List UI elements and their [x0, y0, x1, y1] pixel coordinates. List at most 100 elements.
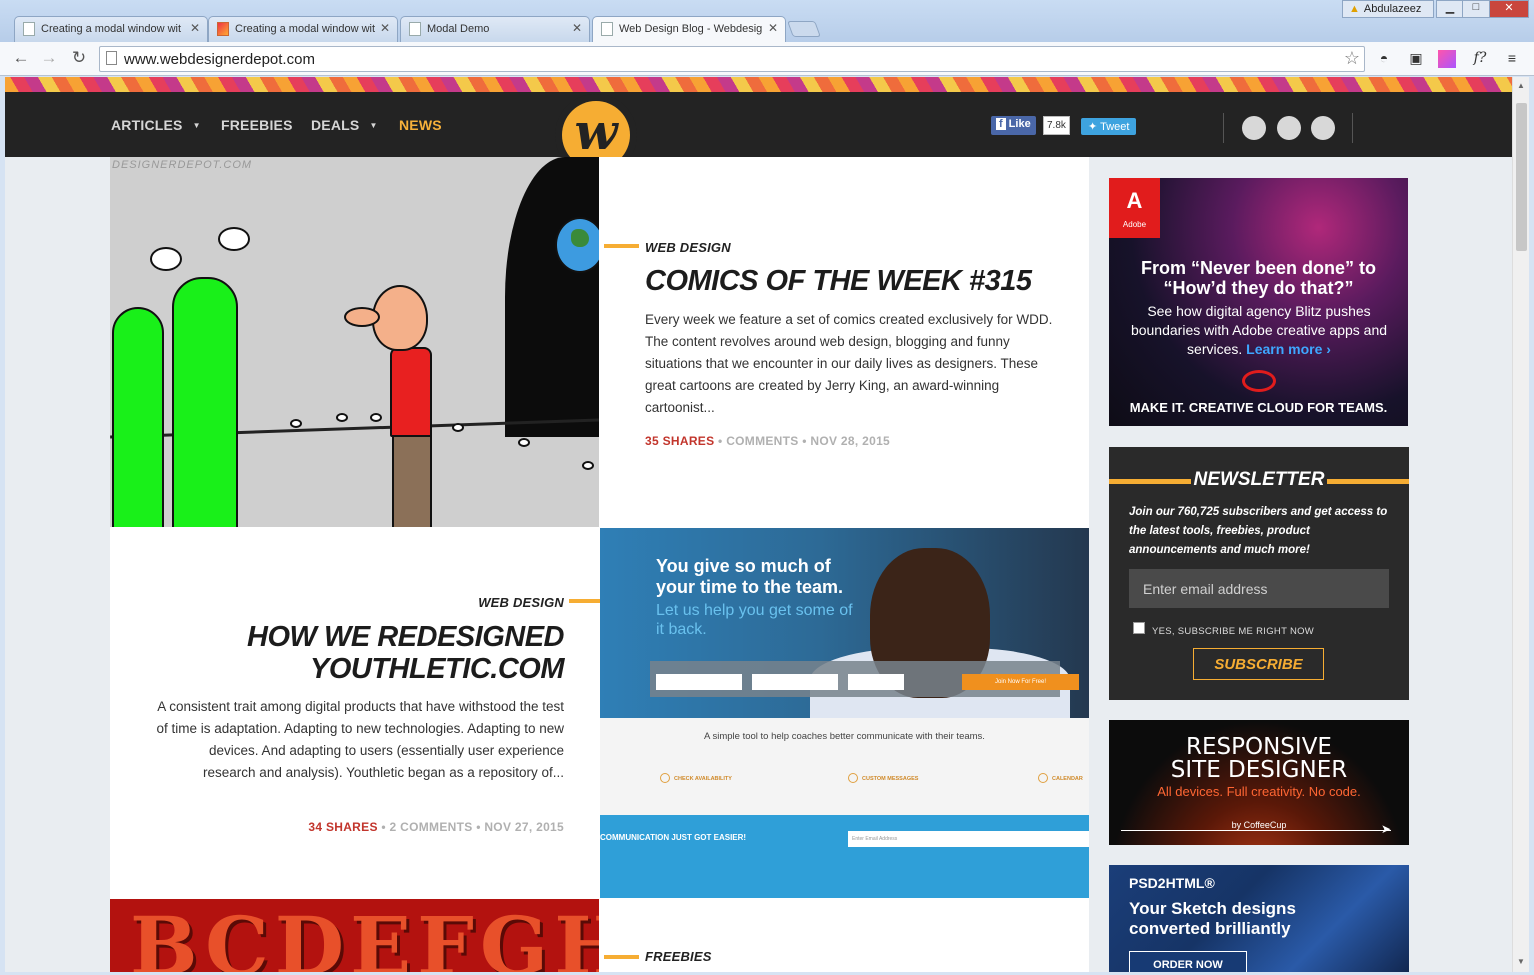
earth-land: [571, 229, 589, 247]
alien-figure-left: [112, 307, 164, 527]
feature-label: CHECK AVAILABILITY: [674, 776, 732, 782]
post-title[interactable]: COMICS OF THE WEEK #315: [645, 265, 1065, 297]
page-scrollbar[interactable]: ▲ ▼: [1512, 77, 1529, 972]
menu-icon[interactable]: ≡: [1502, 50, 1522, 68]
moon-rock: [452, 423, 464, 432]
post-image-typography[interactable]: BCDEFGHI: [110, 899, 599, 972]
comment-link[interactable]: 2 COMMENTS: [390, 820, 473, 834]
forward-arrow-icon[interactable]: →: [38, 48, 60, 68]
reload-icon[interactable]: ↻: [68, 48, 90, 68]
scroll-down-arrow-icon[interactable]: ▼: [1517, 957, 1525, 966]
social-link-icon[interactable]: [1311, 116, 1335, 140]
close-tab-icon[interactable]: ✕: [380, 21, 390, 35]
tweet-label: Tweet: [1100, 121, 1130, 133]
nav-deals[interactable]: DEALS ▼: [311, 117, 378, 133]
bookmark-star-icon[interactable]: ☆: [1344, 48, 1360, 69]
twitter-bird-icon: ✦: [1088, 121, 1101, 133]
subscribe-button[interactable]: SUBSCRIBE: [1193, 648, 1324, 680]
main-content: DESIGNERDEPOT.COM WEB DESIGN COMICS OF T…: [110, 157, 1089, 972]
post-category[interactable]: WEB DESIGN: [110, 595, 564, 610]
order-now-button[interactable]: ORDER NOW: [1129, 951, 1247, 972]
post-title[interactable]: HOW WE REDESIGNED YOUTHLETIC.COM: [110, 621, 564, 685]
tab-modal-demo[interactable]: Modal Demo ✕: [400, 16, 590, 42]
tab-modal-window-1[interactable]: Creating a modal window wit ✕: [14, 16, 208, 42]
post-category[interactable]: WEB DESIGN: [645, 240, 731, 255]
youthletic-cta: COMMUNICATION JUST GOT EASIER! Enter Ema…: [600, 815, 1089, 898]
tab-web-design-blog[interactable]: Web Design Blog - Webdesig ✕: [592, 16, 786, 43]
subheadline-line: Let us help you get some of: [656, 602, 853, 619]
new-tab-button[interactable]: [787, 21, 821, 37]
ad-footer: MAKE IT. CREATIVE CLOUD FOR TEAMS.: [1129, 400, 1388, 415]
youthletic-subheadline: Let us help you get some of it back.: [656, 601, 853, 639]
facebook-like-count: 7.8k: [1043, 116, 1070, 135]
browser-window: Creating a modal window wit ✕ Creating a…: [0, 0, 1534, 975]
facebook-like-button[interactable]: f Like: [991, 116, 1036, 135]
ad-headline: Your Sketch designs converted brilliantly: [1129, 899, 1296, 939]
ad-headline-line: “How’d they do that?”: [1163, 278, 1354, 298]
adobe-ad[interactable]: A Adobe From “Never been done” to “How’d t…: [1109, 178, 1408, 426]
nav-articles[interactable]: ARTICLES ▼: [111, 117, 201, 133]
scrollbar-thumb[interactable]: [1516, 103, 1527, 251]
tab-modal-window-2[interactable]: Creating a modal window wit ✕: [208, 16, 398, 42]
ad-title-line: SITE DESIGNER: [1170, 757, 1348, 783]
back-arrow-icon[interactable]: ←: [10, 48, 32, 68]
header-divider: [1223, 113, 1224, 143]
arrow-icon: ➤: [1381, 822, 1392, 836]
adobe-logo-mark: A: [1126, 188, 1143, 213]
post-image-comic[interactable]: DESIGNERDEPOT.COM: [110, 157, 599, 527]
psd2html-ad[interactable]: PSD2HTML® Your Sketch designs converted b…: [1109, 865, 1409, 972]
post-title-line: YOUTHLETIC.COM: [310, 653, 565, 685]
window-extension-icon[interactable]: ▣: [1406, 50, 1426, 68]
newsletter-email-input[interactable]: [1129, 569, 1389, 608]
alien-eye: [218, 227, 250, 251]
youthletic-hero: You give so much of your time to the team…: [600, 528, 1089, 728]
ad-headline-line: Your Sketch designs: [1129, 899, 1296, 918]
join-button: Join Now For Free!: [962, 674, 1079, 690]
url-input[interactable]: [124, 49, 1324, 69]
facebook-icon: f: [996, 118, 1006, 130]
form-field: [848, 674, 904, 690]
incognito-mask-icon[interactable]: ◓: [1374, 50, 1394, 68]
user-profile-button[interactable]: ▲ Abdulazeez: [1342, 0, 1434, 18]
subscribe-checkbox[interactable]: [1133, 622, 1145, 634]
subscribe-checkbox-label[interactable]: YES, SUBSCRIBE ME RIGHT NOW: [1152, 626, 1314, 637]
comment-link[interactable]: COMMENTS: [726, 434, 798, 448]
post-image-youthletic[interactable]: You give so much of your time to the team…: [600, 528, 1089, 898]
close-window-button[interactable]: ✕: [1489, 0, 1529, 18]
color-picker-extension-icon[interactable]: [1438, 50, 1456, 68]
share-count[interactable]: 34 SHARES: [308, 820, 377, 834]
font-extension-icon[interactable]: f?: [1470, 50, 1490, 68]
nav-news[interactable]: NEWS: [399, 117, 442, 133]
post-excerpt: A consistent trait among digital product…: [156, 699, 564, 780]
social-link-icon[interactable]: [1277, 116, 1301, 140]
close-tab-icon[interactable]: ✕: [768, 21, 778, 35]
close-tab-icon[interactable]: ✕: [572, 21, 582, 35]
youthletic-caption: A simple tool to help coaches better com…: [704, 731, 985, 742]
newsletter-description: Join our 760,725 subscribers and get acc…: [1129, 506, 1388, 556]
address-bar[interactable]: ☆: [99, 46, 1365, 72]
social-link-icon[interactable]: [1242, 116, 1266, 140]
learn-more-link[interactable]: Learn more ›: [1246, 341, 1331, 357]
minimize-button[interactable]: ▁: [1436, 0, 1464, 18]
nav-label: DEALS: [311, 117, 360, 133]
responsive-site-designer-ad[interactable]: RESPONSIVE SITE DESIGNER All devices. Ful…: [1109, 720, 1409, 845]
adobe-logo-text: Adobe: [1122, 220, 1147, 229]
tab-title: Creating a modal window wit: [235, 23, 376, 35]
maximize-button[interactable]: □: [1462, 0, 1490, 18]
title-bar: Creating a modal window wit ✕ Creating a…: [0, 0, 1534, 43]
ad-title: RESPONSIVE SITE DESIGNER: [1109, 736, 1409, 782]
ad-body: See how digital agency Blitz pushes boun…: [1129, 302, 1389, 359]
close-tab-icon[interactable]: ✕: [190, 21, 200, 35]
youthletic-signup-form: Join Now For Free!: [650, 661, 1079, 697]
feature-label: CALENDAR: [1052, 776, 1083, 782]
post-category[interactable]: FREEBIES: [645, 949, 712, 964]
nav-freebies[interactable]: FREEBIES: [221, 117, 293, 133]
man-pants: [392, 435, 432, 527]
man-nose: [344, 307, 380, 327]
man-head: [372, 285, 428, 351]
scroll-up-arrow-icon[interactable]: ▲: [1517, 81, 1525, 90]
post-title-line: HOW WE REDESIGNED: [247, 621, 564, 653]
tab-title: Modal Demo: [427, 23, 490, 35]
tweet-button[interactable]: ✦ Tweet: [1081, 118, 1137, 135]
share-count[interactable]: 35 SHARES: [645, 434, 714, 448]
